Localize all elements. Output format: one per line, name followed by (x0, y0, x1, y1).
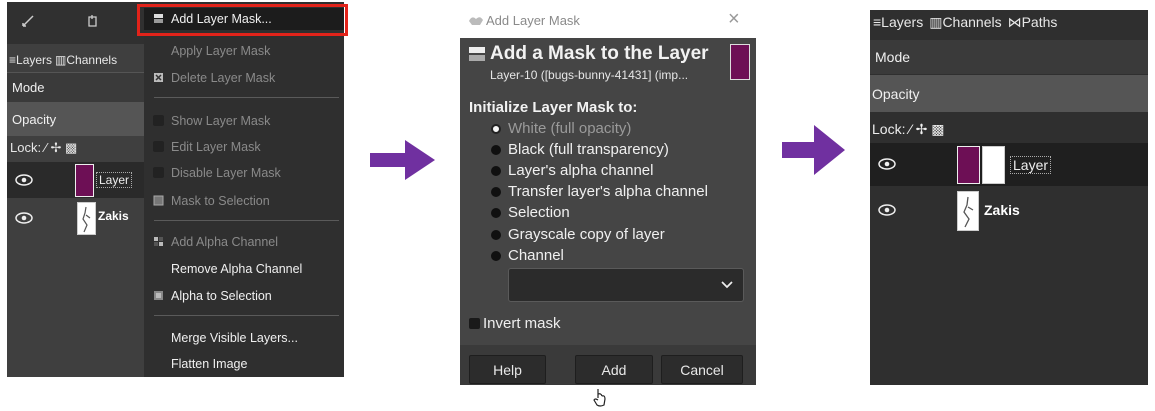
tab-paths[interactable]: ⋈Paths (1008, 14, 1058, 31)
menu-item-mask-to-selection[interactable]: Mask to Selection (144, 190, 344, 212)
help-button[interactable]: Help (469, 355, 546, 384)
dock-tabs: ≡Layers ▥Channels (9, 53, 117, 67)
new-layer-icon[interactable] (86, 14, 100, 28)
menu-item-alpha-to-selection[interactable]: Alpha to Selection (144, 285, 344, 307)
dock-tabs: ≡Layers ▥Channels ⋈Paths (873, 14, 1057, 31)
lock-row: Lock: ⁄ ✢ ▩ (872, 121, 944, 138)
menu-item-remove-alpha-channel[interactable]: Remove Alpha Channel (144, 258, 344, 280)
initialize-label: Initialize Layer Mask to: (469, 99, 638, 116)
menu-item-edit-layer-mask[interactable]: Edit Layer Mask (144, 136, 344, 158)
menu-separator (154, 97, 339, 98)
tab-channels[interactable]: ▥Channels (55, 53, 117, 67)
lock-alpha-icon[interactable]: ▩ (65, 140, 77, 155)
layer-name[interactable]: Layer (96, 172, 133, 188)
layers-dock: ≡Layers ▥Channels Mode Opacity Lock: ⁄ ✢… (7, 2, 152, 377)
visibility-eye-icon[interactable] (878, 158, 896, 170)
layer-name[interactable]: Zakis (984, 202, 1020, 218)
gimp-icon (469, 17, 483, 25)
layer-name[interactable]: Zakis (98, 209, 129, 223)
layers-panel-result: ≡Layers ▥Channels ⋈Paths Mode Opacity Lo… (870, 10, 1148, 385)
layer-row[interactable]: Zakis (7, 200, 152, 236)
layers-panel-with-menu: ≡Layers ▥Channels Mode Opacity Lock: ⁄ ✢… (7, 2, 344, 377)
menu-item-merge-visible-layers[interactable]: Merge Visible Layers... (144, 327, 344, 349)
radio-black-full-transparency[interactable]: Black (full transparency) (491, 141, 669, 158)
opacity-label: Opacity (12, 111, 57, 127)
lock-label: Lock: (10, 140, 42, 155)
mask-add-icon (469, 47, 485, 61)
lock-pixels-icon[interactable]: ⁄ (45, 140, 47, 155)
alpha-add-icon (154, 237, 163, 246)
checkbox-icon (153, 167, 164, 178)
right-arrow-icon (782, 125, 845, 175)
menu-item-apply-layer-mask[interactable]: Apply Layer Mask (144, 40, 344, 62)
radio-grayscale-copy[interactable]: Grayscale copy of layer (491, 226, 665, 243)
layer-context-menu: Add Layer Mask... Apply Layer Mask Delet… (144, 2, 344, 377)
visibility-eye-icon[interactable] (15, 212, 33, 224)
checkbox-icon (153, 141, 164, 152)
invert-mask-checkbox[interactable]: Invert mask (469, 315, 561, 332)
dock-toolbar (7, 2, 152, 44)
mask-selection-icon (153, 195, 164, 206)
dialog-titlebar: Add Layer Mask × (460, 2, 756, 38)
dialog-heading: Add a Mask to the Layer (490, 43, 709, 64)
layer-row[interactable]: Layer (870, 143, 1148, 186)
mode-row[interactable]: Mode (870, 40, 1148, 74)
dialog-title: Add Layer Mask (486, 13, 580, 28)
radio-selection[interactable]: Selection (491, 204, 570, 221)
menu-item-delete-layer-mask[interactable]: Delete Layer Mask (144, 67, 344, 89)
layer-thumbnail-figure (957, 191, 979, 231)
radio-layer-alpha[interactable]: Layer's alpha channel (491, 162, 653, 179)
add-layer-mask-dialog: Add Layer Mask × Add a Mask to the Layer… (460, 2, 756, 385)
visibility-eye-icon[interactable] (878, 204, 896, 216)
lock-position-icon[interactable]: ✢ (916, 121, 928, 137)
layer-thumbnail (730, 44, 750, 80)
cancel-button[interactable]: Cancel (661, 355, 743, 384)
hand-cursor-icon (593, 389, 606, 407)
layer-mask-thumbnail (982, 146, 1005, 184)
close-icon[interactable]: × (728, 8, 740, 31)
radio-channel[interactable]: Channel (491, 247, 564, 264)
tab-channels[interactable]: ▥Channels (929, 14, 1001, 31)
add-button[interactable]: Add (575, 355, 653, 384)
channel-select[interactable] (508, 268, 744, 302)
right-arrow-icon (370, 140, 435, 180)
layer-thumbnail-figure (77, 202, 96, 235)
menu-separator (154, 220, 339, 221)
layer-row[interactable]: Zakis (870, 190, 1148, 233)
mask-delete-icon (154, 73, 163, 82)
layer-row[interactable]: Layer (7, 162, 152, 198)
visibility-eye-icon[interactable] (15, 174, 33, 186)
checkbox-icon (153, 115, 164, 126)
chevron-down-icon (721, 281, 733, 289)
layer-name[interactable]: Layer (1010, 156, 1052, 174)
lock-label: Lock: (872, 121, 906, 137)
edit-icon[interactable] (21, 14, 35, 28)
radio-white-full-opacity[interactable]: White (full opacity) (491, 120, 631, 137)
dialog-subheading: Layer-10 ([bugs-bunny-41431] (imp... (490, 68, 689, 82)
menu-item-add-alpha-channel[interactable]: Add Alpha Channel (144, 231, 344, 253)
radio-transfer-alpha[interactable]: Transfer layer's alpha channel (491, 183, 708, 200)
tab-layers[interactable]: ≡Layers (873, 14, 923, 31)
menu-item-flatten-image[interactable]: Flatten Image (144, 353, 344, 375)
mode-label: Mode (875, 49, 911, 65)
menu-item-show-layer-mask[interactable]: Show Layer Mask (144, 110, 344, 132)
opacity-row[interactable]: Opacity (870, 75, 1148, 112)
tab-layers[interactable]: ≡Layers (9, 53, 52, 67)
alpha-selection-icon (154, 291, 163, 300)
menu-separator (154, 315, 339, 316)
opacity-row[interactable]: Opacity (7, 102, 152, 136)
highlight-box (137, 4, 348, 36)
lock-alpha-icon[interactable]: ▩ (931, 121, 944, 137)
menu-item-disable-layer-mask[interactable]: Disable Layer Mask (144, 162, 344, 184)
checkbox-icon (469, 318, 480, 329)
lock-position-icon[interactable]: ✢ (51, 140, 62, 155)
lock-pixels-icon[interactable]: ⁄ (909, 121, 911, 137)
lock-row: Lock: ⁄ ✢ ▩ (10, 140, 77, 156)
opacity-label: Opacity (872, 85, 920, 102)
layer-thumbnail (957, 146, 980, 184)
invert-mask-label: Invert mask (483, 315, 561, 332)
mode-label: Mode (12, 80, 45, 95)
layer-thumbnail (75, 164, 94, 197)
mode-row[interactable]: Mode (7, 72, 152, 102)
